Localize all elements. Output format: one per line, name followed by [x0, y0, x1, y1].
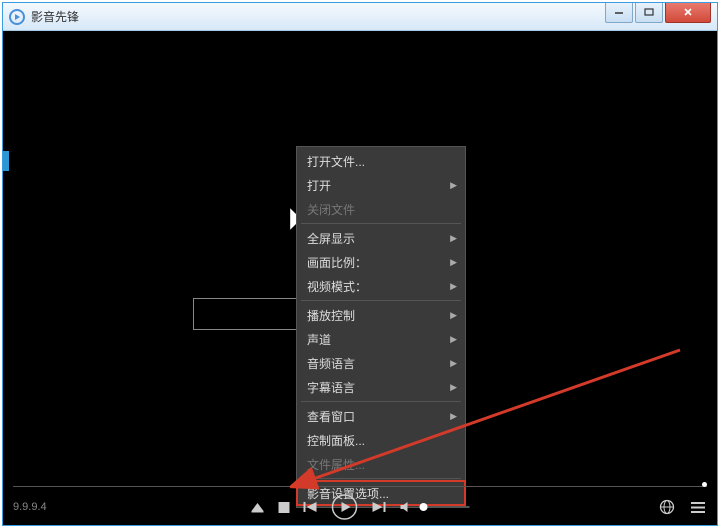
chevron-right-icon: ▶ — [450, 358, 457, 369]
chevron-right-icon: ▶ — [450, 233, 457, 244]
window-title: 影音先锋 — [31, 8, 605, 25]
menu-separator — [301, 478, 461, 479]
open-button[interactable] — [251, 501, 265, 513]
volume-slider[interactable] — [420, 506, 470, 508]
menu-subtitle-lang[interactable]: 字幕语言▶ — [297, 375, 465, 399]
menu-playback-control[interactable]: 播放控制▶ — [297, 303, 465, 327]
menu-audio-track[interactable]: 声道▶ — [297, 327, 465, 351]
player-area: 打开文件... 打开▶ 关闭文件 全屏显示▶ 画面比例：▶ 视频模式：▶ 播放控… — [3, 31, 717, 525]
maximize-button[interactable] — [635, 3, 663, 23]
stop-button[interactable] — [279, 502, 290, 513]
progress-track — [13, 486, 707, 487]
chevron-right-icon: ▶ — [450, 180, 457, 191]
menu-audio-lang[interactable]: 音频语言▶ — [297, 351, 465, 375]
menu-separator — [301, 223, 461, 224]
playlist-button[interactable] — [691, 499, 705, 515]
prev-button[interactable] — [304, 501, 318, 513]
globe-button[interactable] — [659, 499, 675, 515]
progress-thumb[interactable] — [702, 482, 707, 487]
app-icon — [9, 9, 25, 25]
play-button[interactable] — [332, 494, 358, 520]
menu-video-mode[interactable]: 视频模式：▶ — [297, 274, 465, 298]
menu-open-file[interactable]: 打开文件... — [297, 149, 465, 173]
volume-control[interactable] — [400, 501, 470, 513]
next-button[interactable] — [372, 501, 386, 513]
minimize-button[interactable] — [605, 3, 633, 23]
version-label: 9.9.9.4 — [13, 501, 47, 513]
chevron-right-icon: ▶ — [450, 257, 457, 268]
right-controls — [659, 499, 705, 515]
context-menu: 打开文件... 打开▶ 关闭文件 全屏显示▶ 画面比例：▶ 视频模式：▶ 播放控… — [296, 146, 466, 508]
menu-separator — [301, 300, 461, 301]
chevron-right-icon: ▶ — [450, 334, 457, 345]
menu-fullscreen[interactable]: 全屏显示▶ — [297, 226, 465, 250]
menu-close-file: 关闭文件 — [297, 197, 465, 221]
chevron-right-icon: ▶ — [450, 310, 457, 321]
menu-view-window[interactable]: 查看窗口▶ — [297, 404, 465, 428]
window-controls — [605, 3, 717, 23]
close-button[interactable] — [665, 3, 711, 23]
control-bar: 9.9.9.4 — [3, 489, 717, 525]
chevron-right-icon: ▶ — [450, 382, 457, 393]
menu-aspect-ratio[interactable]: 画面比例：▶ — [297, 250, 465, 274]
chevron-right-icon: ▶ — [450, 411, 457, 422]
speaker-icon — [400, 501, 414, 513]
playback-controls — [251, 494, 470, 520]
menu-file-properties: 文件属性... — [297, 452, 465, 476]
menu-separator — [301, 401, 461, 402]
chevron-right-icon: ▶ — [450, 281, 457, 292]
menu-open[interactable]: 打开▶ — [297, 173, 465, 197]
volume-thumb[interactable] — [420, 503, 428, 511]
app-window: 影音先锋 打开文件... 打开▶ 关闭文件 — [2, 2, 718, 526]
title-bar: 影音先锋 — [3, 3, 717, 31]
menu-control-panel[interactable]: 控制面板... — [297, 428, 465, 452]
accent-bar — [3, 151, 9, 171]
